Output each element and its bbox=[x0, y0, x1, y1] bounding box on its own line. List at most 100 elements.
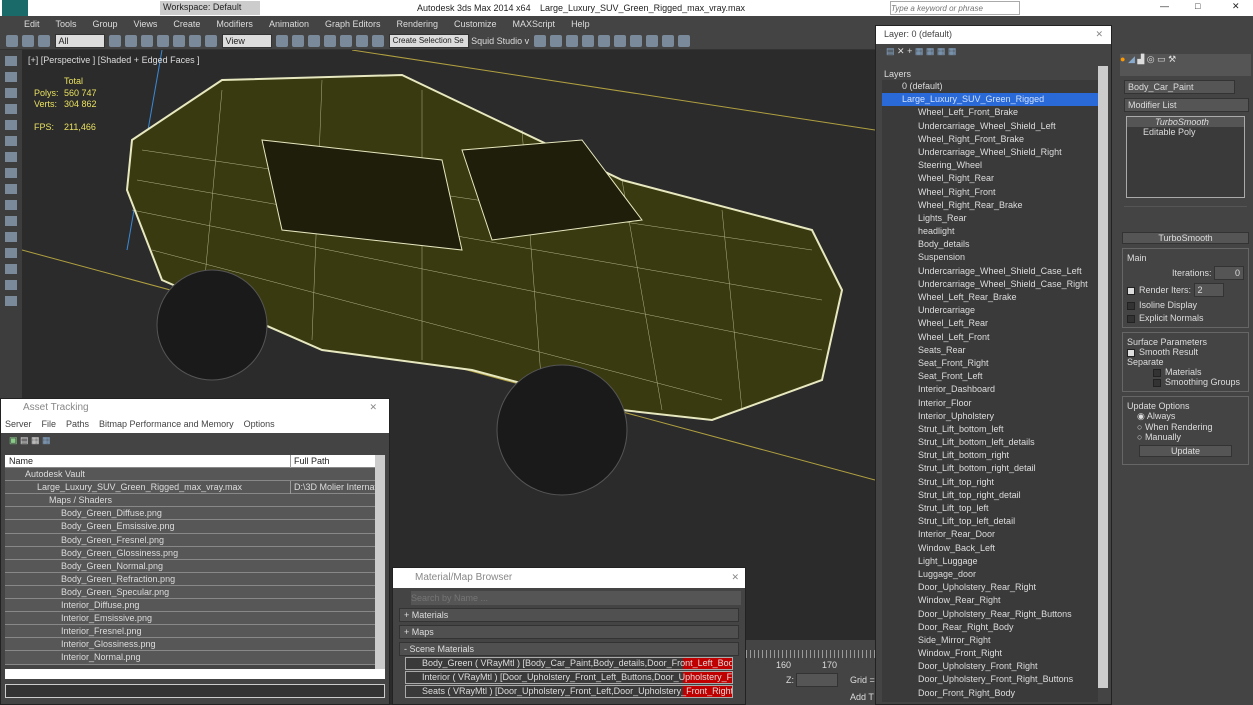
material-search-input[interactable] bbox=[411, 591, 741, 605]
curve-editor-icon[interactable] bbox=[597, 35, 610, 47]
percent-snap-icon[interactable] bbox=[340, 35, 353, 47]
create-tab-icon[interactable]: ● bbox=[1120, 54, 1128, 64]
render-frame-icon[interactable] bbox=[661, 35, 674, 47]
asset-row[interactable]: Interior_Diffuse.png bbox=[5, 599, 375, 613]
layer-object-item[interactable]: Window_Back_Left bbox=[882, 542, 1098, 555]
dialog-close-button[interactable]: ✕ bbox=[1095, 29, 1103, 40]
select-manipulate-icon[interactable] bbox=[292, 35, 305, 47]
layer-object-item[interactable]: Seats_Rear bbox=[882, 344, 1098, 357]
menu-options[interactable]: Options bbox=[244, 419, 275, 429]
viewport-label[interactable]: [+] [Perspective ] [Shaded + Edged Faces… bbox=[28, 55, 200, 65]
help-search-input[interactable] bbox=[890, 1, 1020, 15]
window-crossing-icon[interactable] bbox=[157, 35, 170, 47]
menu-graph-editors[interactable]: Graph Editors bbox=[325, 16, 381, 32]
asset-row[interactable]: Body_Green_Emsissive.png bbox=[5, 520, 375, 534]
menu-maxscript[interactable]: MAXScript bbox=[513, 16, 556, 32]
add-time-tag-button[interactable]: Add T bbox=[850, 692, 874, 702]
scale-icon[interactable] bbox=[205, 35, 218, 47]
snap-icon[interactable] bbox=[308, 35, 321, 47]
layer-object-item[interactable]: Wheel_Left_Front bbox=[882, 331, 1098, 344]
layer-default[interactable]: 0 (default) bbox=[882, 80, 1098, 93]
always-radio[interactable]: ◉ bbox=[1137, 411, 1147, 421]
section-maps[interactable]: + Maps bbox=[399, 625, 739, 639]
workspace-dropdown[interactable]: Workspace: Default bbox=[160, 1, 260, 15]
layer-object-item[interactable]: Strut_Lift_bottom_right bbox=[882, 449, 1098, 462]
layer-object-item[interactable]: Light_Luggage bbox=[882, 555, 1098, 568]
layer-object-item[interactable]: Wheel_Right_Rear bbox=[882, 172, 1098, 185]
layer-object-item[interactable]: Undercarriage_Wheel_Shield_Right bbox=[882, 146, 1098, 159]
modify-tab-icon[interactable]: ◢ bbox=[1128, 54, 1137, 64]
isoline-checkbox[interactable] bbox=[1127, 301, 1135, 310]
section-materials[interactable]: + Materials bbox=[399, 608, 739, 622]
add-to-layer-icon[interactable]: + bbox=[907, 46, 915, 56]
refresh-icon[interactable]: ▣ bbox=[9, 435, 20, 445]
layer-object-item[interactable]: Undercarriage bbox=[882, 304, 1098, 317]
asset-vertical-scrollbar[interactable] bbox=[375, 455, 385, 669]
menu-rendering[interactable]: Rendering bbox=[397, 16, 439, 32]
menu-group[interactable]: Group bbox=[93, 16, 118, 32]
asset-row[interactable]: Body_Green_Normal.png bbox=[5, 559, 375, 573]
menu-edit[interactable]: Edit bbox=[24, 16, 40, 32]
layer-object-item[interactable]: Strut_Lift_bottom_left_details bbox=[882, 436, 1098, 449]
asset-row[interactable]: Body_Green_Fresnel.png bbox=[5, 533, 375, 547]
material-interior[interactable]: Interior ( VRayMtl ) [Door_Upholstery_Fr… bbox=[405, 671, 733, 684]
layer-object-item[interactable]: Door_Rear_Right_Body bbox=[882, 621, 1098, 634]
asset-row[interactable]: Interior_Normal.png bbox=[5, 651, 375, 665]
layer-selected[interactable]: Large_Luxury_SUV_Green_Rigged bbox=[882, 93, 1098, 107]
named-selection-set-dropdown[interactable]: Create Selection Se bbox=[388, 34, 469, 48]
menu-views[interactable]: Views bbox=[134, 16, 158, 32]
layer-object-item[interactable]: Interior_Upholstery bbox=[882, 410, 1098, 423]
render-setup-icon[interactable] bbox=[645, 35, 658, 47]
menu-animation[interactable]: Animation bbox=[269, 16, 309, 32]
asset-row[interactable]: Body_Green_Refraction.png bbox=[5, 572, 375, 586]
link-icon[interactable] bbox=[6, 35, 18, 47]
time-slider-ruler[interactable] bbox=[746, 650, 875, 658]
layer-object-item[interactable]: Wheel_Left_Rear bbox=[882, 317, 1098, 330]
list-view-icon[interactable]: ▤ ▦ bbox=[20, 435, 42, 445]
section-scene-materials[interactable]: - Scene Materials bbox=[399, 642, 739, 656]
layer-object-item[interactable]: Interior_Floor bbox=[882, 397, 1098, 410]
align-icon[interactable] bbox=[549, 35, 562, 47]
asset-close-button[interactable]: ✕ bbox=[369, 402, 377, 413]
stack-item-editable-poly[interactable]: Editable Poly bbox=[1127, 127, 1244, 137]
render-iters-spinner[interactable]: 2 bbox=[1193, 283, 1224, 297]
unlink-icon[interactable] bbox=[22, 35, 34, 47]
layer-object-item[interactable]: Strut_Lift_top_left bbox=[882, 502, 1098, 515]
rect-select-icon[interactable] bbox=[141, 35, 154, 47]
graphite-icon[interactable] bbox=[581, 35, 594, 47]
hierarchy-tab-icon[interactable]: ▟ bbox=[1137, 54, 1146, 64]
layer-object-item[interactable]: Lights_Rear bbox=[882, 212, 1098, 225]
asset-row[interactable]: Maps / Shaders bbox=[5, 494, 375, 508]
menu-customize[interactable]: Customize bbox=[454, 16, 497, 32]
new-layer-icon[interactable]: ▤ bbox=[886, 46, 897, 56]
app-logo-icon[interactable] bbox=[2, 0, 28, 16]
tool-icon[interactable] bbox=[5, 56, 17, 306]
column-name[interactable]: Name bbox=[5, 456, 33, 466]
layer-object-item[interactable]: Door_Front_Right_Body bbox=[882, 687, 1098, 700]
display-tab-icon[interactable]: ▭ bbox=[1157, 54, 1168, 64]
layer-object-item[interactable]: Door_Upholstery_Front_Right bbox=[882, 660, 1098, 673]
delete-layer-icon[interactable]: ✕ bbox=[897, 46, 907, 56]
layer-object-item[interactable]: Steering_Wheel bbox=[882, 159, 1098, 172]
modifier-list-dropdown[interactable]: Modifier List bbox=[1124, 98, 1249, 112]
layer-object-item[interactable]: Undercarriage_Wheel_Shield_Case_Right bbox=[882, 278, 1098, 291]
layer-object-item[interactable]: Suspension bbox=[882, 251, 1098, 264]
pivot-icon[interactable] bbox=[276, 35, 289, 47]
material-seats[interactable]: Seats ( VRayMtl ) [Door_Upholstery_Front… bbox=[405, 685, 733, 698]
manually-radio[interactable]: ○ bbox=[1137, 432, 1145, 442]
menu-help[interactable]: Help bbox=[571, 16, 590, 32]
layer-object-item[interactable]: Seat_Front_Right bbox=[882, 357, 1098, 370]
select-by-name-icon[interactable] bbox=[125, 35, 138, 47]
layer-object-item[interactable]: Wheel_Left_Rear_Brake bbox=[882, 291, 1098, 304]
column-full-path[interactable]: Full Path bbox=[290, 455, 375, 468]
layer-object-item[interactable]: Undercarriage_Wheel_Shield_Case_Left bbox=[882, 265, 1098, 278]
smoothing-groups-checkbox[interactable] bbox=[1153, 378, 1161, 387]
table-view-icon[interactable]: ▦ bbox=[42, 435, 51, 445]
when-rendering-radio[interactable]: ○ bbox=[1137, 422, 1145, 432]
mirror-icon[interactable] bbox=[533, 35, 546, 47]
layer-object-item[interactable]: Side_Mirror_Right bbox=[882, 634, 1098, 647]
layer-object-item[interactable]: Strut_Lift_top_right_detail bbox=[882, 489, 1098, 502]
layer-object-item[interactable]: Window_Front_Right bbox=[882, 647, 1098, 660]
select-icon[interactable] bbox=[109, 35, 122, 47]
layer-object-item[interactable]: Strut_Lift_bottom_left bbox=[882, 423, 1098, 436]
